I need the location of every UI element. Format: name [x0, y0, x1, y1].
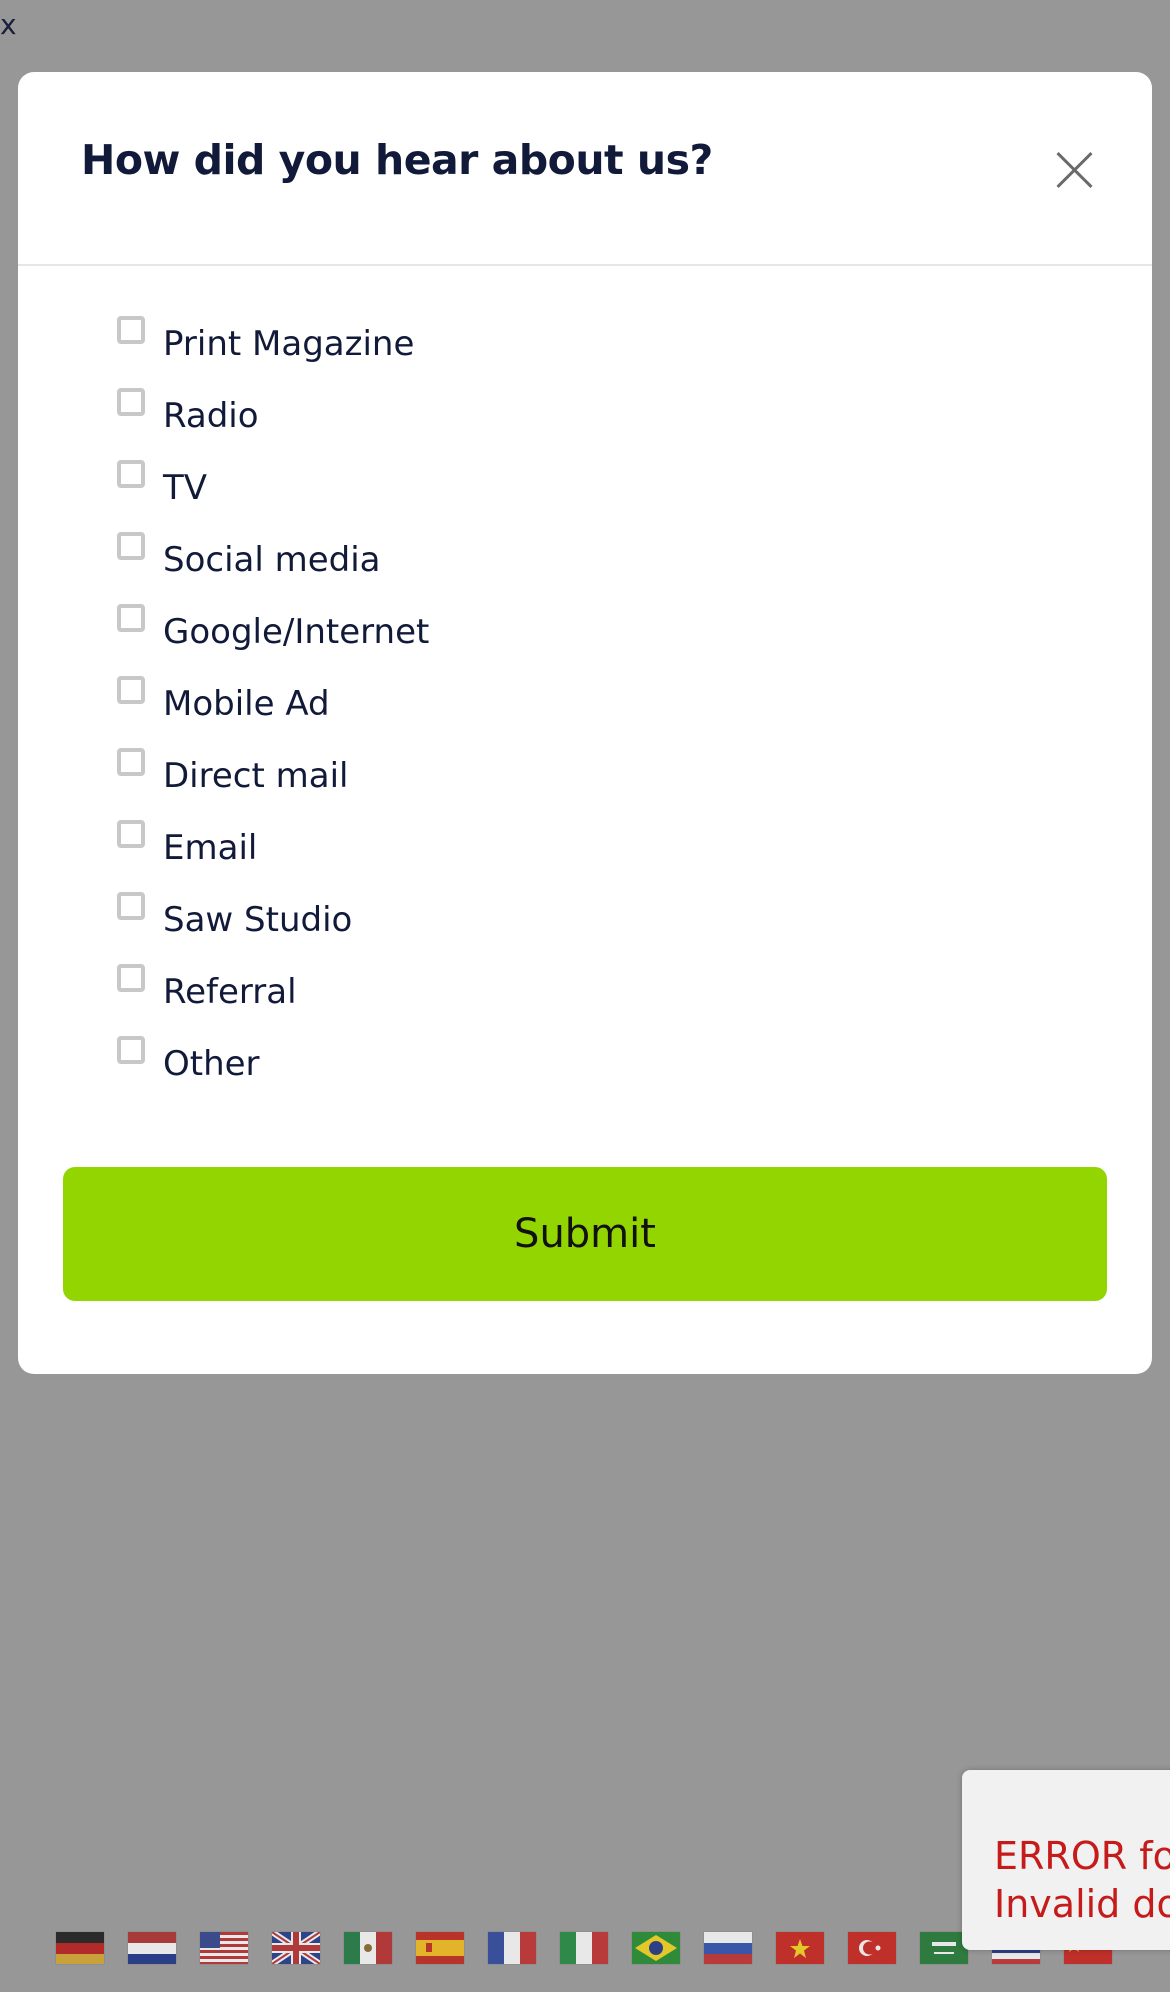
checkbox[interactable] — [117, 604, 145, 632]
turkey-flag-icon[interactable] — [848, 1932, 896, 1964]
checkbox[interactable] — [117, 532, 145, 560]
option-label: Saw Studio — [163, 900, 353, 940]
vietnam-flag-icon[interactable] — [776, 1932, 824, 1964]
option-label: Social media — [163, 540, 381, 580]
mexico-flag-icon[interactable] — [344, 1932, 392, 1964]
brazil-flag-icon[interactable] — [632, 1932, 680, 1964]
russia-flag-icon[interactable] — [704, 1932, 752, 1964]
netherlands-flag-icon[interactable] — [128, 1932, 176, 1964]
uk-flag-icon[interactable] — [272, 1932, 320, 1964]
checkbox[interactable] — [117, 388, 145, 416]
option-label: Other — [163, 1044, 260, 1084]
modal-title: How did you hear about us? — [81, 136, 713, 184]
option-label: Print Magazine — [163, 324, 415, 364]
close-icon[interactable] — [1054, 150, 1094, 190]
option-label: Google/Internet — [163, 612, 430, 652]
checkbox[interactable] — [117, 964, 145, 992]
option-label: Direct mail — [163, 756, 349, 796]
error-line-2: Invalid do — [994, 1882, 1170, 1926]
checkbox[interactable] — [117, 460, 145, 488]
option-label: Email — [163, 828, 258, 868]
modal-header: How did you hear about us? — [18, 72, 1152, 266]
option-label: Referral — [163, 972, 297, 1012]
option-label: Mobile Ad — [163, 684, 330, 724]
option-label: TV — [163, 468, 208, 508]
usa-flag-icon[interactable] — [200, 1932, 248, 1964]
germany-flag-icon[interactable] — [56, 1932, 104, 1964]
saudi-arabia-flag-icon[interactable] — [920, 1932, 968, 1964]
checkbox[interactable] — [117, 820, 145, 848]
checkbox[interactable] — [117, 1036, 145, 1064]
italy-flag-icon[interactable] — [560, 1932, 608, 1964]
checkbox[interactable] — [117, 316, 145, 344]
checkbox[interactable] — [117, 676, 145, 704]
survey-modal: How did you hear about us? Print Magazin… — [18, 72, 1152, 1374]
error-toast: ERROR fo Invalid do — [962, 1770, 1170, 1950]
page-close-text[interactable]: x — [0, 8, 17, 41]
error-message: ERROR fo Invalid do — [994, 1832, 1170, 1928]
option-label: Radio — [163, 396, 259, 436]
submit-button[interactable]: Submit — [63, 1167, 1107, 1301]
checkbox[interactable] — [117, 748, 145, 776]
spain-flag-icon[interactable] — [416, 1932, 464, 1964]
error-line-1: ERROR fo — [994, 1834, 1170, 1878]
checkbox[interactable] — [117, 892, 145, 920]
france-flag-icon[interactable] — [488, 1932, 536, 1964]
